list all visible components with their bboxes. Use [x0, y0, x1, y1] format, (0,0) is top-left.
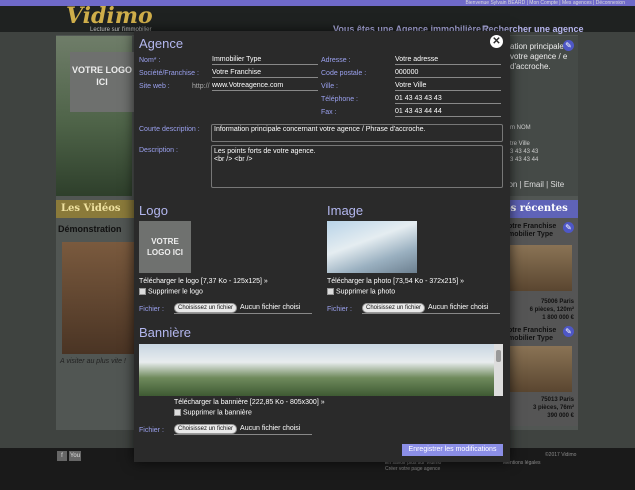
video-thumbnail[interactable] [62, 242, 134, 354]
listing-title: otre Franchise mobilier Type [508, 223, 557, 238]
agency-edit-modal: Agence ✕ Nom* : Immobilier Type Société/… [134, 31, 510, 462]
courte-text: Information principale concernant votre … [214, 126, 426, 133]
courte-textarea[interactable]: Information principale concernant votre … [211, 124, 503, 142]
listing-info: 75006 Paris 6 pièces, 120m² 1 800 000 € [529, 299, 574, 321]
logo-heading: Logo [139, 203, 168, 218]
logo-delete-checkbox[interactable]: Supprimer le logo [139, 288, 203, 295]
site-header: Vidimo Lecture sur l'immobilier Vous ête… [0, 4, 635, 34]
listing-title: otre Franchise mobilier Type [508, 327, 557, 342]
close-icon[interactable]: ✕ [490, 35, 503, 48]
societe-field[interactable]: Votre Franchise [212, 68, 318, 78]
courte-label: Courte description : [139, 126, 200, 133]
image-file-label: Fichier : [327, 306, 352, 313]
edit-agency-icon[interactable]: ✎ [563, 40, 574, 51]
fax-field[interactable]: 01 43 43 44 44 [395, 107, 501, 117]
banner-file-status: Aucun fichier choisi [240, 425, 301, 432]
agency-logo-placeholder: VOTRE LOGO ICI [70, 52, 134, 112]
logo-file-status: Aucun fichier choisi [240, 304, 301, 311]
listing-card[interactable]: otre Franchise mobilier Type ✎ 75006 Par… [500, 218, 578, 338]
banner-file-button[interactable]: Choisissez un fichier [174, 424, 238, 434]
tel-field[interactable]: 01 43 43 43 43 [395, 94, 501, 104]
image-file-status: Aucun fichier choisi [428, 304, 489, 311]
listing-photo[interactable] [508, 245, 572, 291]
adresse-label: Adresse : [321, 57, 351, 64]
societe-label: Société/Franchise : [139, 70, 199, 77]
fax-label: Fax : [321, 109, 337, 116]
video-title[interactable]: Démonstration [58, 224, 136, 234]
nom-label: Nom* : [139, 57, 161, 64]
banner-heading: Bannière [139, 325, 192, 340]
youtube-icon[interactable]: You [69, 451, 81, 461]
listing-info: 75013 Paris 3 pièces, 76m² 390 000 € [532, 397, 574, 419]
footer-copyright: ©2017 Vidimo [545, 452, 577, 458]
site-field[interactable]: www.Votreagence.com [212, 81, 318, 91]
checkbox-icon[interactable] [327, 288, 334, 295]
tel-label: Téléphone : [321, 96, 358, 103]
image-file-button[interactable]: Choisissez un fichier [362, 303, 426, 313]
video-caption: A visiter au plus vite ! [60, 358, 126, 365]
description-textarea[interactable]: Les points forts de votre agence. <br />… [211, 145, 503, 188]
image-heading: Image [327, 203, 364, 218]
logo-preview: VOTRE LOGO ICI [139, 221, 191, 273]
site-prefix: http:// [192, 83, 210, 90]
description-label: Description : [139, 147, 178, 154]
image-delete-checkbox[interactable]: Supprimer la photo [327, 288, 395, 295]
banner-file-input[interactable]: Choisissez un fichier Aucun fichier chois… [174, 423, 312, 435]
ville-label: Ville : [321, 83, 338, 90]
listing-card[interactable]: otre Franchise mobilier Type ✎ 75013 Par… [500, 322, 578, 426]
logo-file-label: Fichier : [139, 306, 164, 313]
adresse-field[interactable]: Votre adresse [395, 55, 501, 65]
cp-field[interactable]: 000000 [395, 68, 501, 78]
facebook-icon[interactable]: f [57, 451, 67, 461]
site-logo[interactable]: Vidimo [66, 4, 153, 28]
banner-file-label: Fichier : [139, 427, 164, 434]
checkbox-icon[interactable] [174, 409, 181, 416]
description-text: Les points forts de votre agence. <br />… [214, 148, 316, 163]
banner-preview [139, 344, 494, 396]
edit-listing-icon[interactable]: ✎ [563, 222, 574, 233]
image-delete-label: Supprimer la photo [336, 288, 396, 296]
recent-listings-heading: os récentes [500, 200, 578, 218]
banner-delete-label: Supprimer la bannière [183, 409, 252, 417]
logo-download-link[interactable]: Télécharger le logo [7,37 Ko - 125x125] … [139, 278, 268, 285]
logo-file-button[interactable]: Choisissez un fichier [174, 303, 238, 313]
ville-field[interactable]: Votre Ville [395, 81, 501, 91]
logo-file-input[interactable]: Choisissez un fichier Aucun fichier chois… [174, 302, 312, 314]
modal-title: Agence [139, 36, 184, 51]
save-button[interactable]: Enregistrer les modifications [402, 444, 503, 456]
edit-listing-icon[interactable]: ✎ [563, 326, 574, 337]
agency-contact-text: m NOM tre Ville 3 43 43 43 3 43 43 44 [510, 125, 539, 163]
cp-label: Code postale : [321, 70, 367, 77]
logo-delete-label: Supprimer le logo [148, 288, 203, 296]
site-label: Site web : [139, 83, 170, 90]
videos-heading: Les Vidéos [56, 200, 136, 218]
checkbox-icon[interactable] [139, 288, 146, 295]
image-file-input[interactable]: Choisissez un fichier Aucun fichier chois… [362, 302, 500, 314]
nom-field[interactable]: Immobilier Type [212, 55, 318, 65]
image-download-link[interactable]: Télécharger la photo [73,54 Ko - 372x215… [327, 278, 464, 285]
listing-photo[interactable] [508, 346, 572, 392]
banner-scrollbar[interactable] [494, 344, 503, 396]
banner-delete-checkbox[interactable]: Supprimer la bannière [174, 409, 252, 416]
banner-download-link[interactable]: Télécharger la bannière [222,85 Ko - 805… [174, 399, 325, 406]
image-preview [327, 221, 417, 273]
